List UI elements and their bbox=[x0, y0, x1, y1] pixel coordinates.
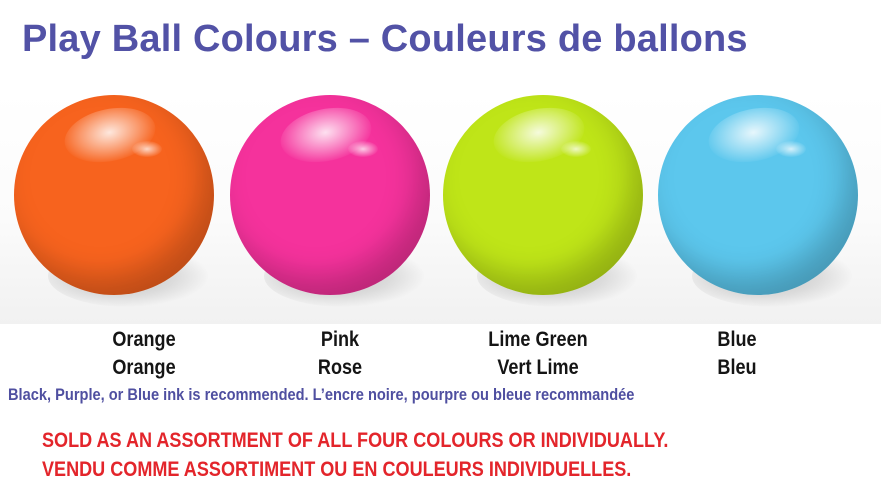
ball-label-orange: Orange Orange bbox=[58, 326, 230, 382]
label-english: Blue bbox=[717, 328, 757, 351]
ball-item-pink bbox=[230, 95, 430, 307]
label-french: Orange bbox=[112, 356, 176, 379]
ball-item-blue bbox=[658, 95, 858, 307]
ink-recommendation-note: Black, Purple, or Blue ink is recommende… bbox=[8, 385, 635, 404]
ball-display-area bbox=[0, 92, 881, 324]
ball-label-blue: Blue Bleu bbox=[651, 326, 823, 382]
label-french: Rose bbox=[317, 356, 363, 379]
label-french: Vert Lime bbox=[497, 356, 579, 379]
lime-green-ball-icon bbox=[443, 95, 643, 295]
ball-item-lime-green bbox=[443, 95, 643, 307]
pink-ball-icon bbox=[230, 95, 430, 295]
blue-ball-icon bbox=[658, 95, 858, 295]
page-title: Play Ball Colours – Couleurs de ballons bbox=[22, 18, 748, 60]
label-english: Orange bbox=[112, 328, 176, 351]
ball-item-orange bbox=[14, 95, 214, 307]
assortment-notice: SOLD AS AN ASSORTMENT OF ALL FOUR COLOUR… bbox=[42, 426, 668, 484]
label-french: Bleu bbox=[717, 356, 757, 379]
label-english: Pink bbox=[320, 328, 360, 351]
assortment-notice-french: VENDU COMME ASSORTIMENT OU EN COULEURS I… bbox=[42, 458, 632, 481]
ball-label-lime-green: Lime Green Vert Lime bbox=[452, 326, 624, 382]
orange-ball-icon bbox=[14, 95, 214, 295]
label-english: Lime Green bbox=[488, 328, 588, 351]
assortment-notice-english: SOLD AS AN ASSORTMENT OF ALL FOUR COLOUR… bbox=[42, 429, 669, 452]
ball-label-pink: Pink Rose bbox=[254, 326, 426, 382]
